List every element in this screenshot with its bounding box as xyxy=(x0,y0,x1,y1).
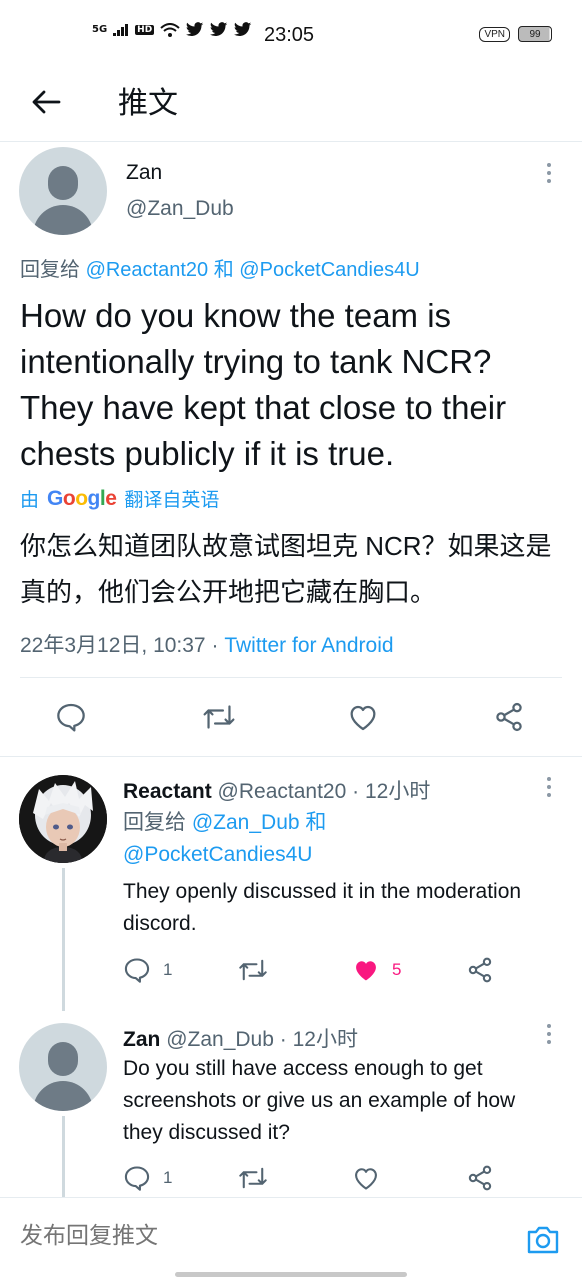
app-header: 推文 xyxy=(0,70,582,142)
back-arrow-icon xyxy=(32,90,61,114)
reply-icon xyxy=(124,1166,150,1191)
mention-link[interactable]: @Reactant20 xyxy=(86,259,209,281)
meta-separator: · xyxy=(279,1028,287,1051)
wifi-icon xyxy=(160,22,180,37)
reply-icon xyxy=(57,703,85,732)
like-button[interactable] xyxy=(347,701,379,733)
google-logo-icon: Google xyxy=(47,486,117,510)
network-indicator: 5G xyxy=(92,24,108,35)
author-name[interactable]: Zan xyxy=(123,1028,160,1051)
reply-to-line: 回复给 @Zan_Dub 和 @PocketCandies4U xyxy=(123,807,543,871)
like-icon xyxy=(356,961,376,981)
share-icon xyxy=(496,702,522,732)
like-count: 5 xyxy=(392,960,402,979)
reply-prefix: 回复给 xyxy=(20,259,80,281)
status-time: 23:05 xyxy=(264,24,315,46)
status-bar: 5G HD 23:05 VPN 99 xyxy=(0,0,582,70)
retweet-icon xyxy=(239,1167,267,1189)
avatar[interactable] xyxy=(19,147,107,235)
reply-to-line: 回复给 @Reactant20 和 @PocketCandies4U xyxy=(20,253,420,282)
author-handle[interactable]: @Reactant20 xyxy=(218,780,347,803)
default-avatar-icon xyxy=(48,166,78,200)
twitter-notification-icon xyxy=(186,22,204,37)
share-button[interactable] xyxy=(466,1164,494,1192)
share-icon xyxy=(468,957,492,983)
like-icon xyxy=(355,1168,377,1190)
thread-line xyxy=(62,868,65,1011)
reply-button[interactable] xyxy=(55,701,87,733)
retweet-button[interactable] xyxy=(238,1164,268,1192)
author-handle[interactable]: @Zan_Dub xyxy=(126,197,234,221)
client-link[interactable]: Twitter for Android xyxy=(224,634,393,657)
mention-link[interactable]: @PocketCandies4U xyxy=(123,843,312,866)
retweet-icon xyxy=(239,959,267,981)
twitter-notification-icon xyxy=(210,22,228,37)
tweet-text: How do you know the team is intentionall… xyxy=(20,297,507,472)
share-button[interactable] xyxy=(493,701,525,733)
tweet-text: They openly discussed it in the moderati… xyxy=(123,880,522,935)
like-icon xyxy=(350,705,376,731)
tweet-meta: 22年3月12日, 10:37 · Twitter for Android xyxy=(20,629,394,659)
page-title: 推文 xyxy=(118,86,178,121)
twitter-notification-icon xyxy=(234,22,252,37)
meta-separator: · xyxy=(211,634,219,657)
more-icon[interactable] xyxy=(539,159,559,187)
status-icons-right: VPN 99 xyxy=(479,26,552,42)
translation-attribution[interactable]: 由 Google 翻译自英语 xyxy=(20,485,219,512)
tweet-date: 22年3月12日, 10:37 xyxy=(20,634,206,657)
translate-prefix: 由 xyxy=(20,490,40,511)
more-icon[interactable] xyxy=(539,1020,559,1048)
avatar[interactable] xyxy=(19,1023,107,1111)
mention-link[interactable]: @PocketCandies4U xyxy=(239,259,419,281)
camera-icon xyxy=(527,1226,559,1254)
default-avatar-icon xyxy=(48,1042,78,1076)
reply-prefix: 回复给 xyxy=(123,811,186,834)
anime-avatar-icon xyxy=(19,775,107,863)
translate-suffix: 翻译自英语 xyxy=(124,490,220,511)
reply-tweet[interactable]: Reactant @Reactant20 · 12小时 回复给 @Zan_Dub… xyxy=(0,757,582,1011)
reply-and: 和 xyxy=(305,811,327,834)
retweet-icon xyxy=(203,705,235,729)
reply-count: 1 xyxy=(163,960,173,979)
hd-badge: HD xyxy=(135,24,155,35)
reply-header: Zan @Zan_Dub · 12小时 xyxy=(123,1023,358,1053)
reply-count: 1 xyxy=(163,1168,173,1187)
author-name[interactable]: Zan xyxy=(126,161,162,185)
retweet-button[interactable] xyxy=(202,701,236,733)
reply-input[interactable] xyxy=(20,1222,480,1249)
reply-header: Reactant @Reactant20 · 12小时 xyxy=(123,775,430,805)
mention-link[interactable]: @Zan_Dub xyxy=(192,811,300,834)
reply-button[interactable]: 1 xyxy=(123,956,172,984)
more-icon[interactable] xyxy=(539,773,559,801)
avatar[interactable] xyxy=(19,775,107,863)
author-handle[interactable]: @Zan_Dub xyxy=(166,1028,274,1051)
reply-icon xyxy=(124,958,150,983)
thread-line xyxy=(62,1116,65,1198)
back-button[interactable] xyxy=(28,84,64,120)
reply-composer xyxy=(0,1197,582,1280)
tweet-text: Do you still have access enough to get s… xyxy=(123,1057,516,1144)
vpn-badge: VPN xyxy=(479,26,510,42)
tweet-actions xyxy=(0,689,582,749)
signal-icon xyxy=(113,23,129,36)
retweet-button[interactable] xyxy=(238,956,268,984)
reply-tweet[interactable]: Zan @Zan_Dub · 12小时 Do you still have ac… xyxy=(0,1008,582,1198)
author-name[interactable]: Reactant xyxy=(123,780,212,803)
reply-time: 12小时 xyxy=(292,1028,358,1051)
status-icons-left: 5G HD xyxy=(92,22,252,37)
home-indicator[interactable] xyxy=(175,1272,407,1277)
divider xyxy=(20,677,562,678)
share-icon xyxy=(468,1165,492,1191)
like-button[interactable]: 5 xyxy=(352,956,401,984)
translated-text: 你怎么知道团队故意试图坦克 NCR？如果这是真的，他们会公开地把它藏在胸口。 xyxy=(20,531,552,607)
like-button[interactable] xyxy=(352,1164,380,1192)
reply-button[interactable]: 1 xyxy=(123,1164,172,1192)
reply-and: 和 xyxy=(213,259,234,281)
share-button[interactable] xyxy=(466,956,494,984)
battery-indicator: 99 xyxy=(518,26,552,42)
camera-button[interactable] xyxy=(525,1222,561,1258)
meta-separator: · xyxy=(352,780,360,803)
reply-time: 12小时 xyxy=(364,780,431,803)
